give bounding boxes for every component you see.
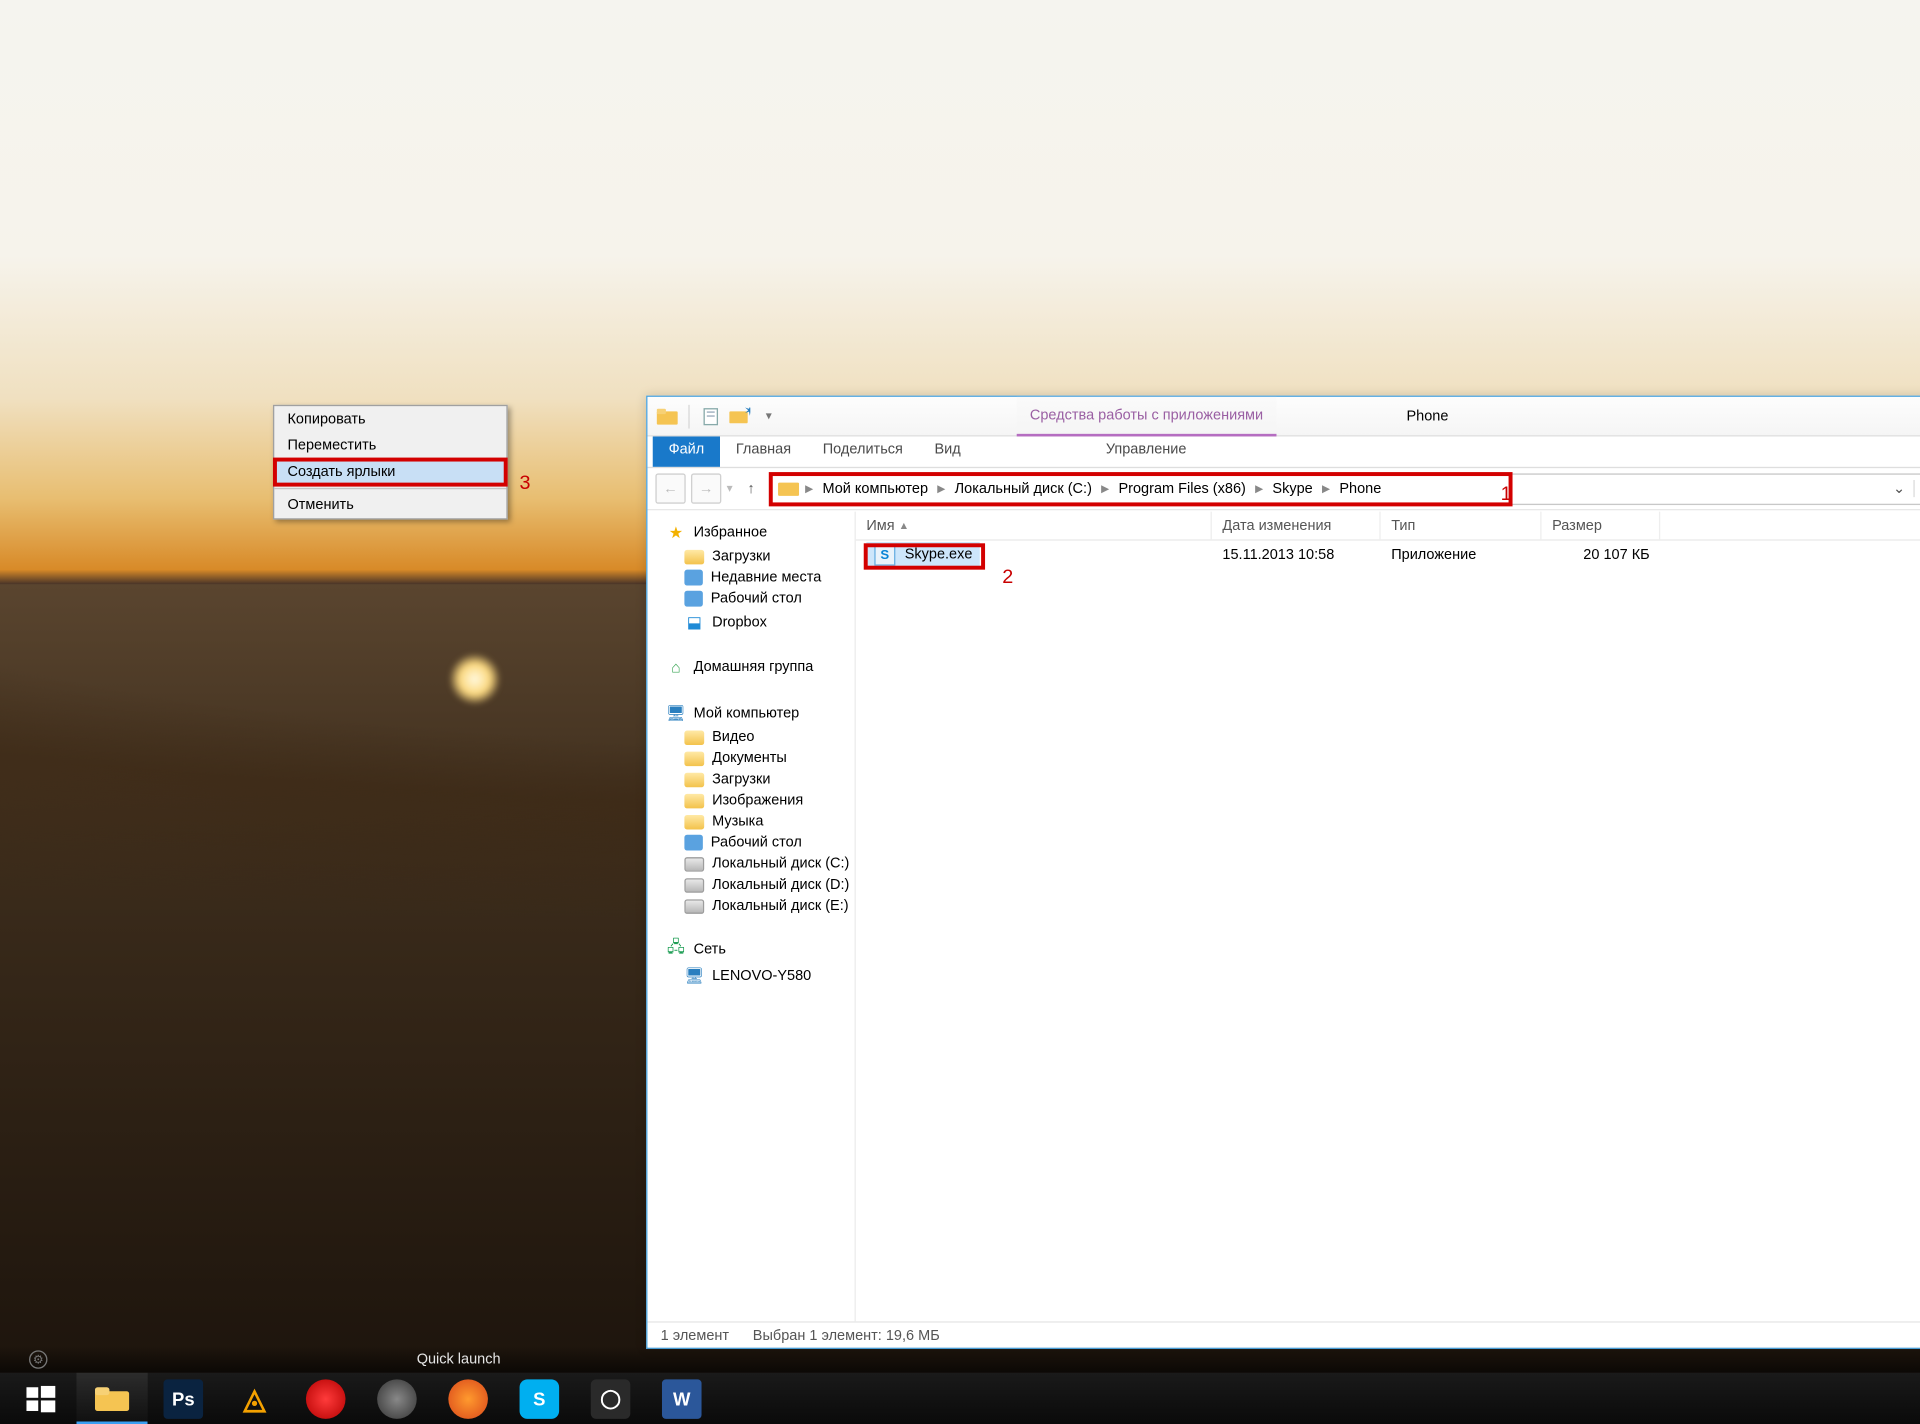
taskbar-explorer[interactable] <box>76 1373 147 1424</box>
breadcrumb-sep-icon[interactable]: ▶ <box>1252 483 1265 495</box>
cell-size: 20 107 КБ <box>1542 547 1661 563</box>
taskbar-word[interactable]: W <box>646 1373 717 1424</box>
taskbar: Ps ◬ S ◯ W ▴ 🏳 ▮ ▯▮▮ 🔊 РУС 20:02 05.02.2… <box>0 1373 1920 1424</box>
nav-dropbox[interactable]: ⬓Dropbox <box>666 611 855 633</box>
window-title: Phone <box>647 408 1920 424</box>
nav-homegroup[interactable]: ⌂Домашняя группа <box>666 654 855 679</box>
wallpaper-sun <box>448 653 501 706</box>
tab-home[interactable]: Главная <box>720 436 807 466</box>
breadcrumb-sep-icon[interactable]: ▶ <box>935 483 948 495</box>
cell-modified: 15.11.2013 10:58 <box>1212 547 1345 563</box>
nav-documents[interactable]: Документы <box>666 749 855 767</box>
nav-favorites[interactable]: ★Избранное <box>666 520 855 545</box>
nav-videos[interactable]: Видео <box>666 728 855 746</box>
taskbar-opera2[interactable] <box>361 1373 432 1424</box>
nav-desktop2[interactable]: Рабочий стол <box>666 833 855 851</box>
history-dropdown-icon[interactable]: ▾ <box>727 481 733 496</box>
tab-manage[interactable]: Управление <box>1090 436 1202 466</box>
navigation-pane: ★Избранное Загрузки Недавние места Рабоч… <box>647 512 855 1322</box>
quick-access-toolbar: ✶ ▾ <box>647 404 780 428</box>
svg-text:✶: ✶ <box>744 407 751 419</box>
sort-asc-icon: ▲ <box>899 520 909 532</box>
nav-network[interactable]: 🖧Сеть <box>666 936 855 961</box>
col-size[interactable]: Размер <box>1542 512 1661 540</box>
menu-separator <box>274 488 506 489</box>
menu-move[interactable]: Переместить <box>274 433 506 459</box>
annotation-2: 2 <box>1002 566 1013 588</box>
taskbar-steam[interactable]: ◯ <box>575 1373 646 1424</box>
new-folder-icon[interactable]: ✶ <box>728 404 752 428</box>
status-bar: 1 элемент Выбран 1 элемент: 19,6 МБ ☰ ▦ <box>647 1321 1920 1347</box>
menu-create-shortcuts[interactable]: Создать ярлыки <box>274 459 506 485</box>
status-selection: Выбран 1 элемент: 19,6 МБ <box>753 1327 940 1343</box>
nav-drive-e[interactable]: Локальный диск (E:) <box>666 897 855 915</box>
nav-music[interactable]: Музыка <box>666 812 855 830</box>
tab-file[interactable]: Файл <box>653 436 720 466</box>
nav-desktop[interactable]: Рабочий стол <box>666 589 855 607</box>
crumb-skype[interactable]: Skype <box>1268 481 1316 497</box>
menu-cancel[interactable]: Отменить <box>274 492 506 518</box>
cell-type: Приложение <box>1381 547 1487 563</box>
annotation-highlight-file <box>864 543 985 569</box>
tab-view[interactable]: Вид <box>919 436 977 466</box>
taskbar-firefox[interactable] <box>433 1373 504 1424</box>
tab-share[interactable]: Поделиться <box>807 436 919 466</box>
col-modified[interactable]: Дата изменения <box>1212 512 1381 540</box>
nav-drive-c[interactable]: Локальный диск (C:) <box>666 855 855 873</box>
nav-computer[interactable]: 🖥Мой компьютер <box>666 700 855 725</box>
drag-context-menu: Копировать Переместить Создать ярлыки От… <box>273 405 508 520</box>
file-list: Имя▲ Дата изменения Тип Размер Skype.exe… <box>856 512 1920 1322</box>
taskbar-opera[interactable] <box>290 1373 361 1424</box>
qat-dropdown-icon[interactable]: ▾ <box>757 404 781 428</box>
explorer-window: ✶ ▾ Средства работы с приложениями Phone… <box>646 396 1920 1349</box>
status-count: 1 элемент <box>661 1327 729 1343</box>
menu-copy[interactable]: Копировать <box>274 406 506 432</box>
nav-pictures[interactable]: Изображения <box>666 791 855 809</box>
ribbon-tabs: Файл Главная Поделиться Вид Управление ⌄… <box>647 436 1920 468</box>
folder-icon <box>655 404 679 428</box>
forward-button[interactable]: → <box>691 473 721 503</box>
crumb-phone[interactable]: Phone <box>1335 481 1385 497</box>
taskbar-aimp[interactable]: ◬ <box>219 1373 290 1424</box>
file-row[interactable]: Skype.exe 15.11.2013 10:58 Приложение 20… <box>856 541 1920 570</box>
crumb-pf[interactable]: Program Files (x86) <box>1115 481 1250 497</box>
quick-launch-bar[interactable]: ⚙ Quick launch ⌃ <box>0 1346 1920 1372</box>
quick-launch-label: Quick launch <box>417 1352 501 1368</box>
nav-host[interactable]: 🖥LENOVO-Y580 <box>666 964 855 986</box>
annotation-3: 3 <box>520 472 531 494</box>
nav-toolbar: ← → ▾ ↑ ▶ Мой компьютер ▶ Локальный диск… <box>647 468 1920 510</box>
breadcrumb-sep-icon[interactable]: ▶ <box>1319 483 1332 495</box>
nav-recent[interactable]: Недавние места <box>666 568 855 586</box>
ribbon-context-tab[interactable]: Средства работы с приложениями <box>1017 397 1277 437</box>
annotation-1: 1 <box>1501 483 1512 505</box>
address-drop-icon[interactable]: ⌄ <box>1888 480 1911 497</box>
col-type[interactable]: Тип <box>1381 512 1542 540</box>
nav-downloads[interactable]: Загрузки <box>666 547 855 565</box>
gear-icon[interactable]: ⚙ <box>29 1350 47 1368</box>
taskbar-skype[interactable]: S <box>504 1373 575 1424</box>
breadcrumb-sep-icon[interactable]: ▶ <box>802 483 815 495</box>
column-headers[interactable]: Имя▲ Дата изменения Тип Размер <box>856 512 1920 541</box>
nav-drive-d[interactable]: Локальный диск (D:) <box>666 876 855 894</box>
start-button[interactable] <box>5 1373 76 1424</box>
properties-icon[interactable] <box>699 404 723 428</box>
crumb-computer[interactable]: Мой компьютер <box>818 481 932 497</box>
up-button[interactable]: ↑ <box>738 481 764 497</box>
nav-downloads2[interactable]: Загрузки <box>666 770 855 788</box>
refresh-icon[interactable]: ⟳ <box>1913 480 1920 497</box>
location-folder-icon <box>776 477 800 501</box>
taskbar-photoshop[interactable]: Ps <box>148 1373 219 1424</box>
back-button[interactable]: ← <box>655 473 685 503</box>
crumb-c[interactable]: Локальный диск (C:) <box>951 481 1096 497</box>
titlebar[interactable]: ✶ ▾ Средства работы с приложениями Phone… <box>647 397 1920 437</box>
breadcrumb-sep-icon[interactable]: ▶ <box>1099 483 1112 495</box>
col-name[interactable]: Имя▲ <box>856 512 1212 540</box>
address-bar[interactable]: ▶ Мой компьютер ▶ Локальный диск (C:) ▶ … <box>769 473 1920 505</box>
